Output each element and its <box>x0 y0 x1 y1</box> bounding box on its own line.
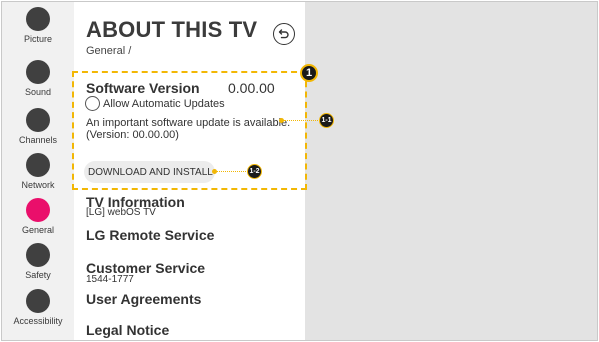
back-arrow-icon <box>278 29 289 39</box>
sidebar-item-general[interactable]: General <box>2 198 74 235</box>
user-agreements-item[interactable]: User Agreements <box>86 291 201 307</box>
lg-remote-service-item[interactable]: LG Remote Service <box>86 227 214 243</box>
back-button[interactable] <box>273 23 295 45</box>
callout-leader-line <box>284 120 320 121</box>
customer-service-sub: 1544-1777 <box>86 274 134 285</box>
sidebar-item-label: Sound <box>24 87 52 97</box>
callout-badge-1-2: 1-2 <box>247 164 262 179</box>
sidebar-item-channels[interactable]: Channels <box>2 108 74 145</box>
legal-notice-item[interactable]: Legal Notice <box>86 322 169 338</box>
sidebar-item-picture[interactable]: Picture <box>2 7 74 44</box>
category-sidebar: Picture Sound Channels Network General S… <box>2 2 74 340</box>
sidebar-item-safety[interactable]: Safety <box>2 243 74 280</box>
sidebar-item-label: General <box>21 225 55 235</box>
tv-settings-screen: Picture Sound Channels Network General S… <box>1 1 598 341</box>
callout-badge-1: 1 <box>300 64 318 82</box>
screen-preview-area <box>305 2 597 340</box>
network-icon <box>26 153 50 177</box>
sidebar-item-label: Channels <box>18 135 58 145</box>
callout-badge-1-1: 1-1 <box>319 113 334 128</box>
tv-information-sub: [LG] webOS TV <box>86 207 156 218</box>
sound-icon <box>26 60 50 84</box>
page-title: ABOUT THIS TV <box>86 17 258 42</box>
general-icon <box>26 198 50 222</box>
sidebar-item-sound[interactable]: Sound <box>2 60 74 97</box>
sidebar-item-label: Network <box>21 180 55 190</box>
callout-leader-line <box>217 171 248 172</box>
accessibility-icon <box>26 289 50 313</box>
picture-icon <box>26 7 50 31</box>
safety-icon <box>26 243 50 267</box>
breadcrumb: General / <box>86 45 132 57</box>
sidebar-item-label: Safety <box>25 270 51 280</box>
sidebar-item-label: Accessibility <box>13 316 63 326</box>
channels-icon <box>26 108 50 132</box>
sidebar-item-network[interactable]: Network <box>2 153 74 190</box>
sidebar-item-accessibility[interactable]: Accessibility <box>2 289 74 326</box>
sidebar-item-label: Picture <box>23 34 52 44</box>
highlight-box <box>72 71 307 190</box>
